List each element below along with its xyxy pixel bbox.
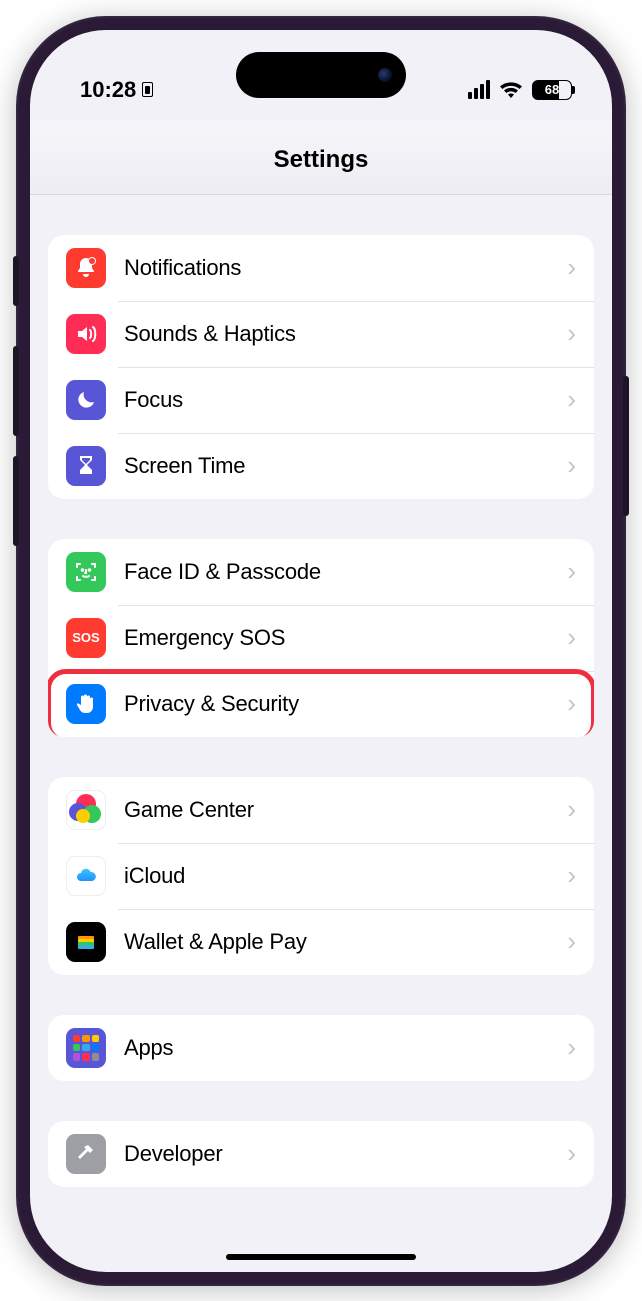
wallet-icon <box>66 922 106 962</box>
row-label: Notifications <box>124 255 567 281</box>
row-label: Apps <box>124 1035 567 1061</box>
chevron-right-icon: › <box>567 926 576 957</box>
status-time: 10:28 <box>80 77 136 103</box>
cellular-signal-icon <box>468 80 490 99</box>
chevron-right-icon: › <box>567 622 576 653</box>
chevron-right-icon: › <box>567 318 576 349</box>
settings-group: Game Center › iCloud › Wallet & Apple Pa… <box>48 777 594 975</box>
chevron-right-icon: › <box>567 860 576 891</box>
chevron-right-icon: › <box>567 252 576 283</box>
chevron-right-icon: › <box>567 1138 576 1169</box>
row-label: Sounds & Haptics <box>124 321 567 347</box>
row-faceid[interactable]: Face ID & Passcode › <box>48 539 594 605</box>
battery-percentage: 68 <box>533 82 571 97</box>
row-label: Face ID & Passcode <box>124 559 567 585</box>
row-focus[interactable]: Focus › <box>48 367 594 433</box>
volume-up-button[interactable] <box>13 346 19 436</box>
row-screentime[interactable]: Screen Time › <box>48 433 594 499</box>
settings-list[interactable]: Notifications › Sounds & Haptics › Focus… <box>30 195 612 1267</box>
faceid-icon <box>66 552 106 592</box>
phone-frame: 10:28 68 Settings <box>16 16 626 1286</box>
hammer-icon <box>66 1134 106 1174</box>
row-privacy[interactable]: Privacy & Security › <box>48 671 594 737</box>
row-icloud[interactable]: iCloud › <box>48 843 594 909</box>
sim-icon <box>142 82 153 97</box>
row-apps[interactable]: Apps › <box>48 1015 594 1081</box>
page-title: Settings <box>30 120 612 195</box>
row-label: Emergency SOS <box>124 625 567 651</box>
row-notifications[interactable]: Notifications › <box>48 235 594 301</box>
settings-group: Developer › <box>48 1121 594 1187</box>
chevron-right-icon: › <box>567 688 576 719</box>
settings-group: Apps › <box>48 1015 594 1081</box>
row-label: Developer <box>124 1141 567 1167</box>
power-button[interactable] <box>623 376 629 516</box>
row-developer[interactable]: Developer › <box>48 1121 594 1187</box>
gamecenter-icon <box>66 790 106 830</box>
sos-icon: SOS <box>66 618 106 658</box>
chevron-right-icon: › <box>567 556 576 587</box>
chevron-right-icon: › <box>567 794 576 825</box>
row-wallet[interactable]: Wallet & Apple Pay › <box>48 909 594 975</box>
chevron-right-icon: › <box>567 450 576 481</box>
hand-raised-icon <box>66 684 106 724</box>
settings-group: Face ID & Passcode › SOS Emergency SOS ›… <box>48 539 594 737</box>
speaker-wave-icon <box>66 314 106 354</box>
row-label: Privacy & Security <box>124 691 567 717</box>
dynamic-island <box>236 52 406 98</box>
battery-icon: 68 <box>532 80 572 100</box>
moon-icon <box>66 380 106 420</box>
row-sounds[interactable]: Sounds & Haptics › <box>48 301 594 367</box>
bell-badge-icon <box>66 248 106 288</box>
volume-down-button[interactable] <box>13 456 19 546</box>
silent-switch[interactable] <box>13 256 19 306</box>
row-label: Game Center <box>124 797 567 823</box>
wifi-icon <box>499 81 523 99</box>
apps-grid-icon <box>66 1028 106 1068</box>
row-label: Focus <box>124 387 567 413</box>
home-indicator[interactable] <box>226 1254 416 1260</box>
settings-group: Notifications › Sounds & Haptics › Focus… <box>48 235 594 499</box>
chevron-right-icon: › <box>567 384 576 415</box>
row-label: Wallet & Apple Pay <box>124 929 567 955</box>
row-label: iCloud <box>124 863 567 889</box>
row-sos[interactable]: SOS Emergency SOS › <box>48 605 594 671</box>
row-gamecenter[interactable]: Game Center › <box>48 777 594 843</box>
icloud-icon <box>66 856 106 896</box>
chevron-right-icon: › <box>567 1032 576 1063</box>
hourglass-icon <box>66 446 106 486</box>
row-label: Screen Time <box>124 453 567 479</box>
screen: 10:28 68 Settings <box>30 30 612 1272</box>
